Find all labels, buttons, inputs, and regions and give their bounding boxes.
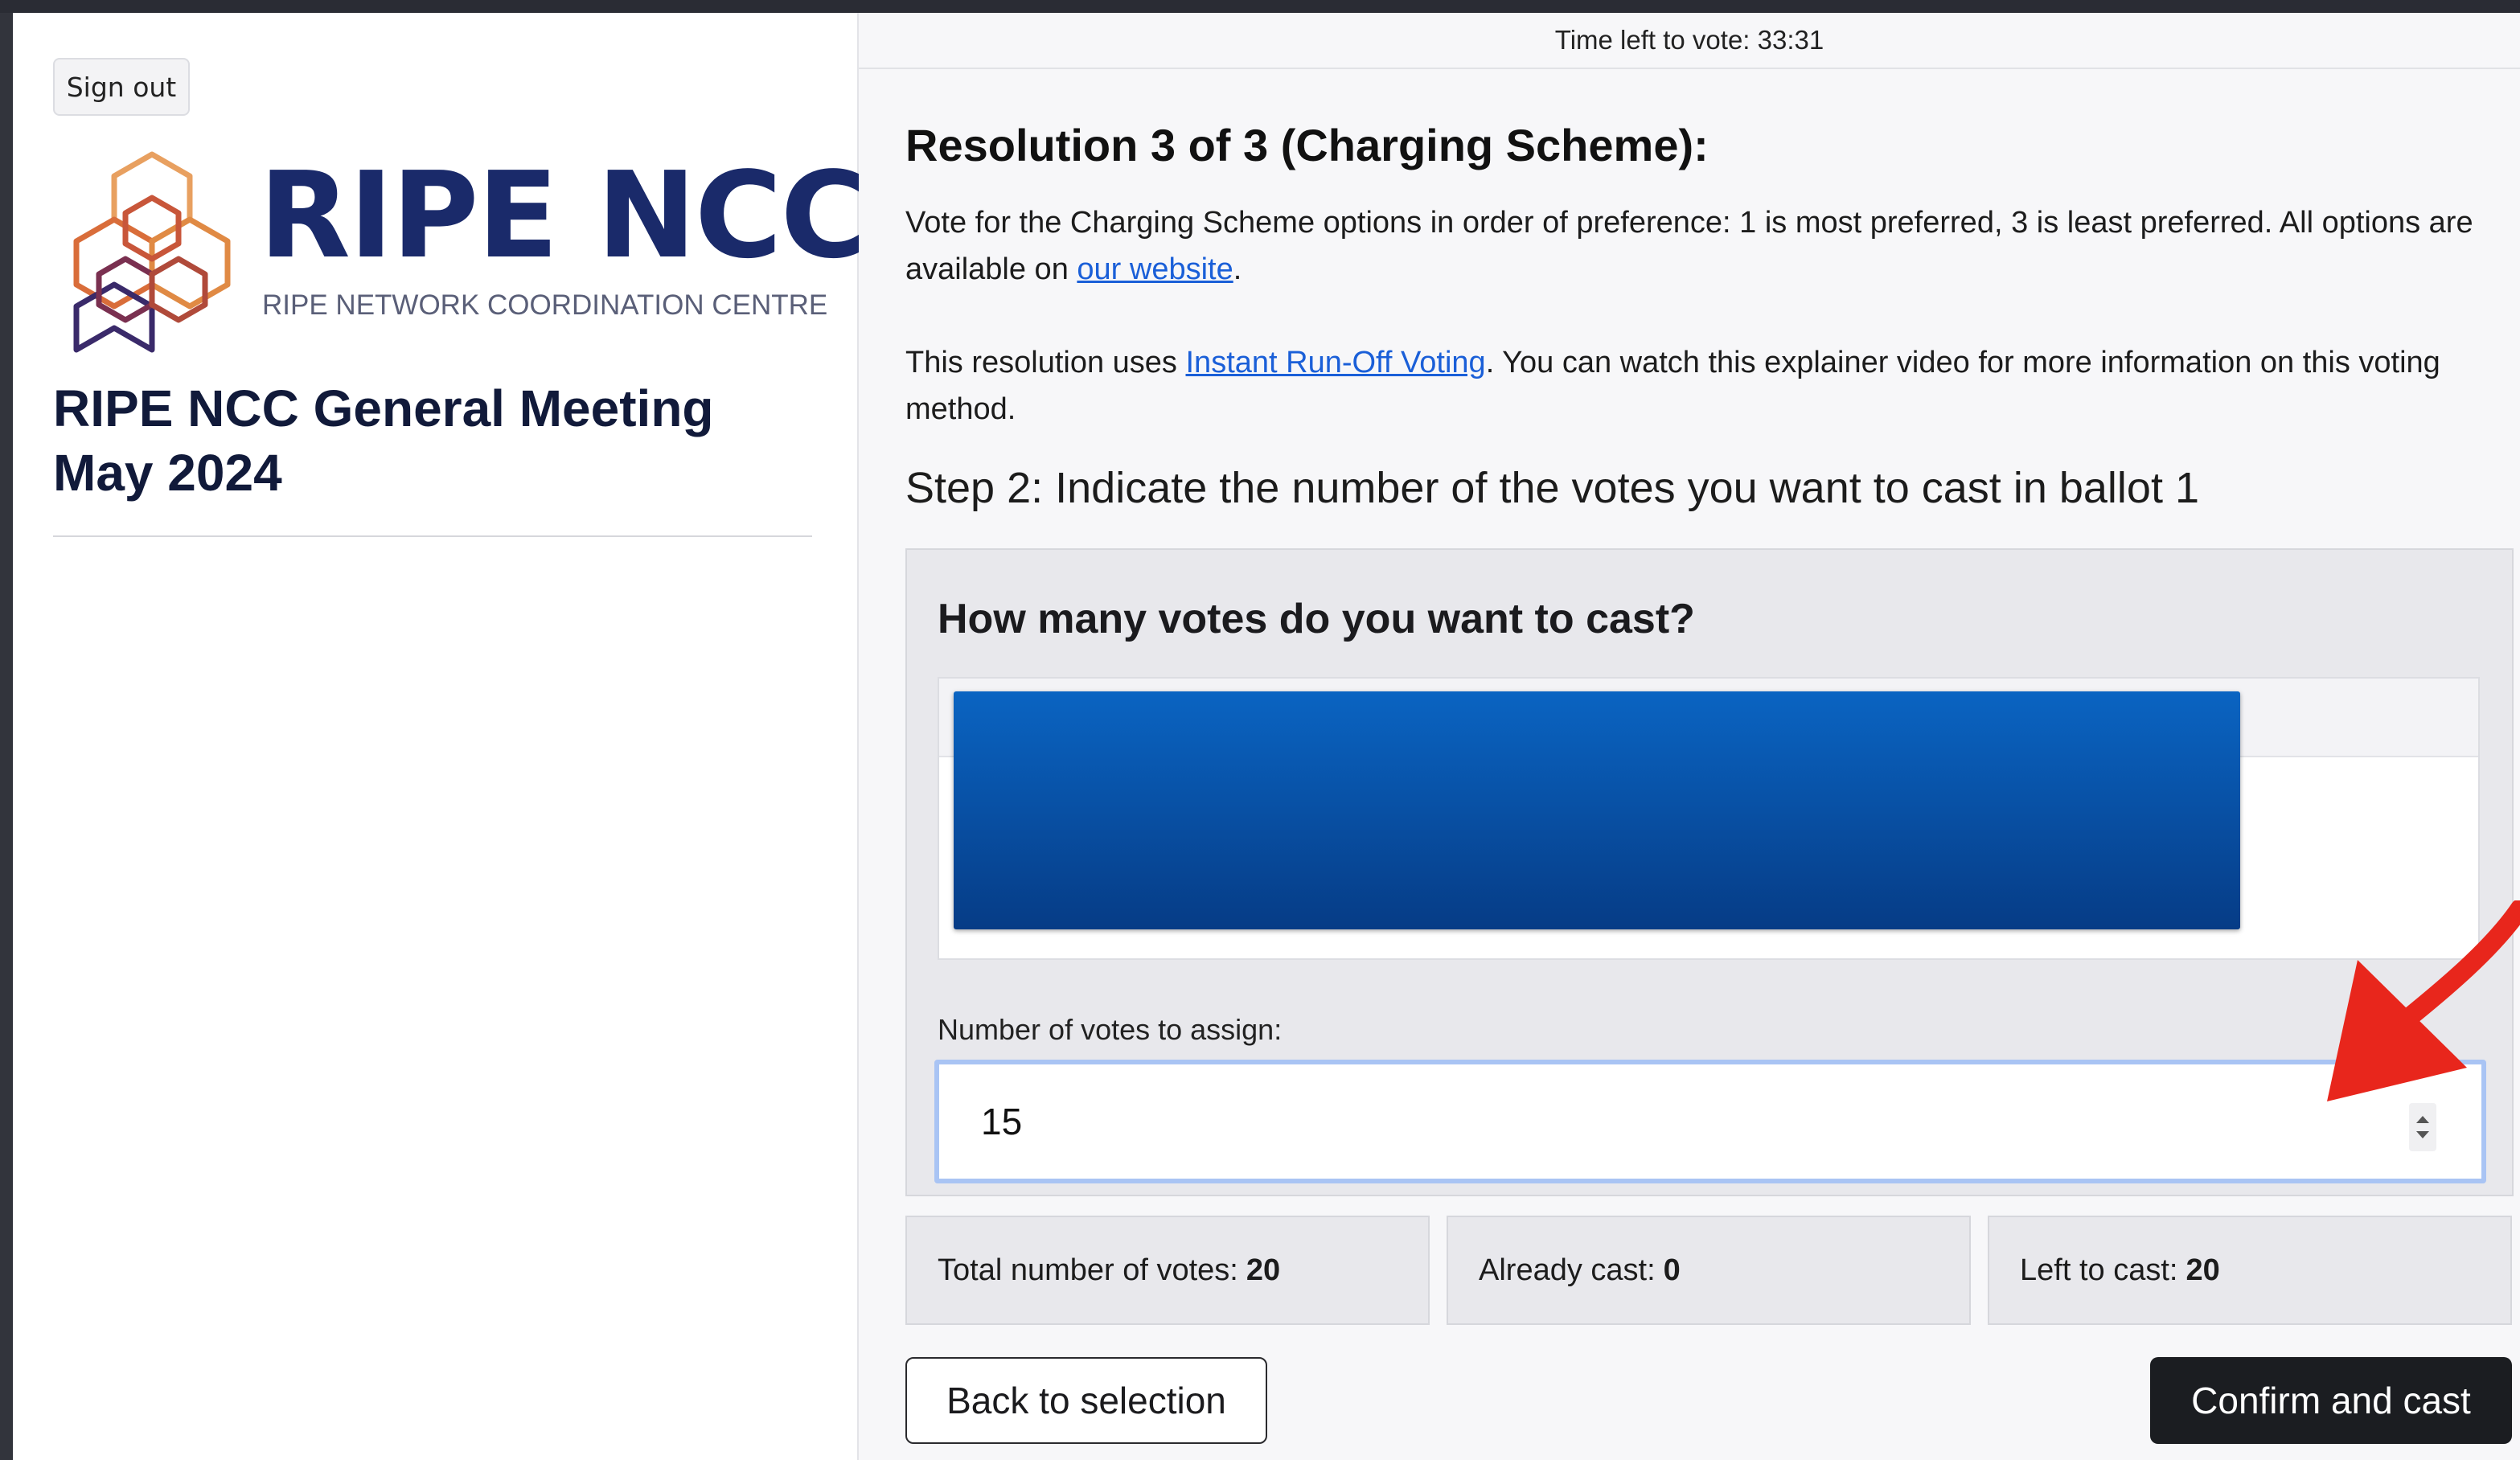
total-votes-label: Total number of votes: xyxy=(938,1253,1238,1287)
sign-out-button[interactable]: Sign out xyxy=(53,58,190,116)
redacted-content-block xyxy=(954,691,2240,929)
total-votes-value: 20 xyxy=(1246,1253,1281,1287)
logo-wordmark: RIPE NCC xyxy=(259,146,868,285)
instant-run-off-voting-link[interactable]: Instant Run-Off Voting xyxy=(1186,346,1486,379)
meeting-title: RIPE NCC General Meeting May 2024 xyxy=(53,379,714,502)
total-votes-card: Total number of votes: 20 xyxy=(905,1216,1430,1325)
our-website-link[interactable]: our website xyxy=(1077,252,1233,286)
sidebar: Sign out RIPE NCC RIPE NETWORK COORDINAT… xyxy=(13,13,868,1460)
already-cast-label: Already cast: xyxy=(1479,1253,1656,1287)
left-to-cast-label: Left to cast: xyxy=(2020,1253,2178,1287)
left-to-cast-value: 20 xyxy=(2186,1253,2220,1287)
step-title: Step 2: Indicate the number of the votes… xyxy=(905,464,2199,512)
resolution-intro: Vote for the Charging Scheme options in … xyxy=(905,199,2506,293)
left-to-cast-card: Left to cast: 20 xyxy=(1988,1216,2512,1325)
timer-text: Time left to vote: 33:31 xyxy=(1554,25,1824,55)
already-cast-card: Already cast: 0 xyxy=(1447,1216,1971,1325)
votes-input-label: Number of votes to assign: xyxy=(938,1013,1283,1046)
stepper-up-icon[interactable] xyxy=(2416,1116,2429,1123)
vote-panel-title: How many votes do you want to cast? xyxy=(938,596,1695,642)
ripe-ncc-logo-icon xyxy=(73,151,231,353)
window-left-bezel xyxy=(0,13,13,1460)
already-cast-value: 0 xyxy=(1663,1253,1681,1287)
sidebar-divider xyxy=(53,535,812,537)
vote-panel: How many votes do you want to cast? Numb… xyxy=(905,548,2514,1196)
vote-timer: Time left to vote: 33:31 xyxy=(859,13,2520,69)
votes-input-box xyxy=(934,1060,2486,1183)
window-top-strip xyxy=(0,0,2520,13)
logo-subtitle: RIPE NETWORK COORDINATION CENTRE xyxy=(262,289,828,321)
votes-number-input[interactable] xyxy=(981,1095,2348,1148)
main-content: Time left to vote: 33:31 Resolution 3 of… xyxy=(859,13,2520,1460)
irv-explainer: This resolution uses Instant Run-Off Vot… xyxy=(905,339,2506,433)
irv-text-before: This resolution uses xyxy=(905,346,1186,379)
intro-end: . xyxy=(1233,252,1242,286)
resolution-title: Resolution 3 of 3 (Charging Scheme): xyxy=(905,120,1709,170)
back-to-selection-button[interactable]: Back to selection xyxy=(905,1357,1267,1444)
number-stepper[interactable] xyxy=(2409,1103,2436,1151)
stepper-down-icon[interactable] xyxy=(2416,1131,2429,1138)
confirm-and-cast-button[interactable]: Confirm and cast xyxy=(2150,1357,2512,1444)
